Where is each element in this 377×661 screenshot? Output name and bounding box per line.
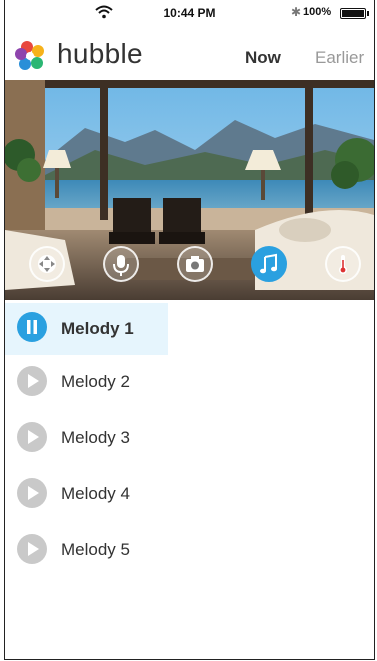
status-bar: 10:44 PM ✱ 100% bbox=[5, 0, 374, 24]
camera-icon bbox=[186, 256, 204, 272]
melody-label: Melody 3 bbox=[61, 428, 130, 447]
pan-tilt-icon bbox=[38, 255, 56, 273]
pause-icon[interactable] bbox=[17, 312, 47, 342]
hubble-logo-icon bbox=[15, 41, 44, 70]
battery-icon bbox=[340, 8, 369, 19]
temperature-button[interactable] bbox=[325, 246, 361, 282]
melody-label: Melody 5 bbox=[61, 540, 130, 559]
battery-percent: 100% bbox=[303, 6, 332, 18]
melody-item[interactable]: Melody 1 bbox=[5, 303, 168, 355]
camera-controls bbox=[5, 244, 374, 294]
thermometer-icon bbox=[339, 255, 347, 274]
melody-label: Melody 1 bbox=[61, 319, 134, 338]
microphone-button[interactable] bbox=[103, 246, 139, 282]
melody-item[interactable]: Melody 3 bbox=[5, 411, 374, 467]
melody-button[interactable] bbox=[251, 246, 287, 282]
microphone-icon bbox=[113, 255, 129, 276]
tab-earlier[interactable]: Earlier bbox=[315, 48, 364, 68]
play-icon[interactable] bbox=[17, 534, 47, 564]
melody-item[interactable]: Melody 5 bbox=[5, 523, 374, 579]
melody-label: Melody 4 bbox=[61, 484, 130, 503]
play-icon[interactable] bbox=[17, 366, 47, 396]
tab-now[interactable]: Now bbox=[245, 48, 281, 68]
melody-list: Melody 1 Melody 2 Melody 3 Melody 4 Melo… bbox=[5, 303, 374, 579]
camera-snapshot-button[interactable] bbox=[177, 246, 213, 282]
play-icon[interactable] bbox=[17, 422, 47, 452]
brand-name: hubble bbox=[57, 38, 143, 69]
play-icon[interactable] bbox=[17, 478, 47, 508]
music-note-icon bbox=[260, 253, 277, 274]
melody-label: Melody 2 bbox=[61, 372, 130, 391]
app-header: hubble Now Earlier bbox=[5, 26, 374, 82]
camera-feed[interactable] bbox=[5, 80, 374, 300]
pan-tilt-button[interactable] bbox=[29, 246, 65, 282]
melody-item[interactable]: Melody 4 bbox=[5, 467, 374, 523]
melody-item[interactable]: Melody 2 bbox=[5, 355, 374, 411]
bluetooth-icon: ✱ bbox=[291, 5, 302, 19]
phone-screen: 10:44 PM ✱ 100% hubble Now Earlier Melod… bbox=[4, 0, 375, 660]
